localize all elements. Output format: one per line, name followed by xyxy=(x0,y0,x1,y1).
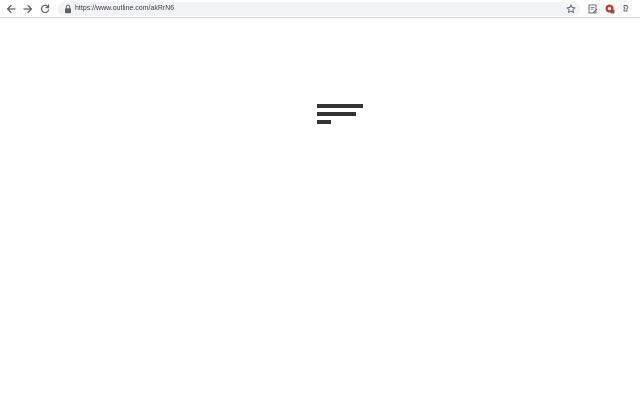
back-button[interactable] xyxy=(4,2,18,16)
loader-line-short xyxy=(317,120,331,124)
browser-toolbar: https://www.outline.com/akRrN6 xyxy=(0,0,640,18)
url-text[interactable]: https://www.outline.com/akRrN6 xyxy=(75,2,174,16)
lock-icon[interactable] xyxy=(64,4,72,14)
arrow-right-icon xyxy=(23,4,33,14)
forward-button[interactable] xyxy=(21,2,35,16)
outline-loading-lines-icon xyxy=(317,104,363,124)
reload-icon xyxy=(40,4,50,14)
extension-puzzle-button[interactable] xyxy=(620,3,632,15)
page-content xyxy=(0,18,640,400)
loader-line-medium xyxy=(317,112,356,116)
puzzle-icon xyxy=(623,5,629,12)
loader-line-long xyxy=(317,104,363,108)
reload-button[interactable] xyxy=(38,2,52,16)
star-icon[interactable] xyxy=(566,4,576,14)
extension-badge-button[interactable] xyxy=(604,3,616,15)
extension-edit-button[interactable] xyxy=(587,3,599,15)
address-bar[interactable]: https://www.outline.com/akRrN6 xyxy=(58,2,580,16)
edit-note-icon xyxy=(588,4,598,14)
arrow-left-icon xyxy=(6,4,16,14)
red-badge-icon xyxy=(605,4,615,14)
